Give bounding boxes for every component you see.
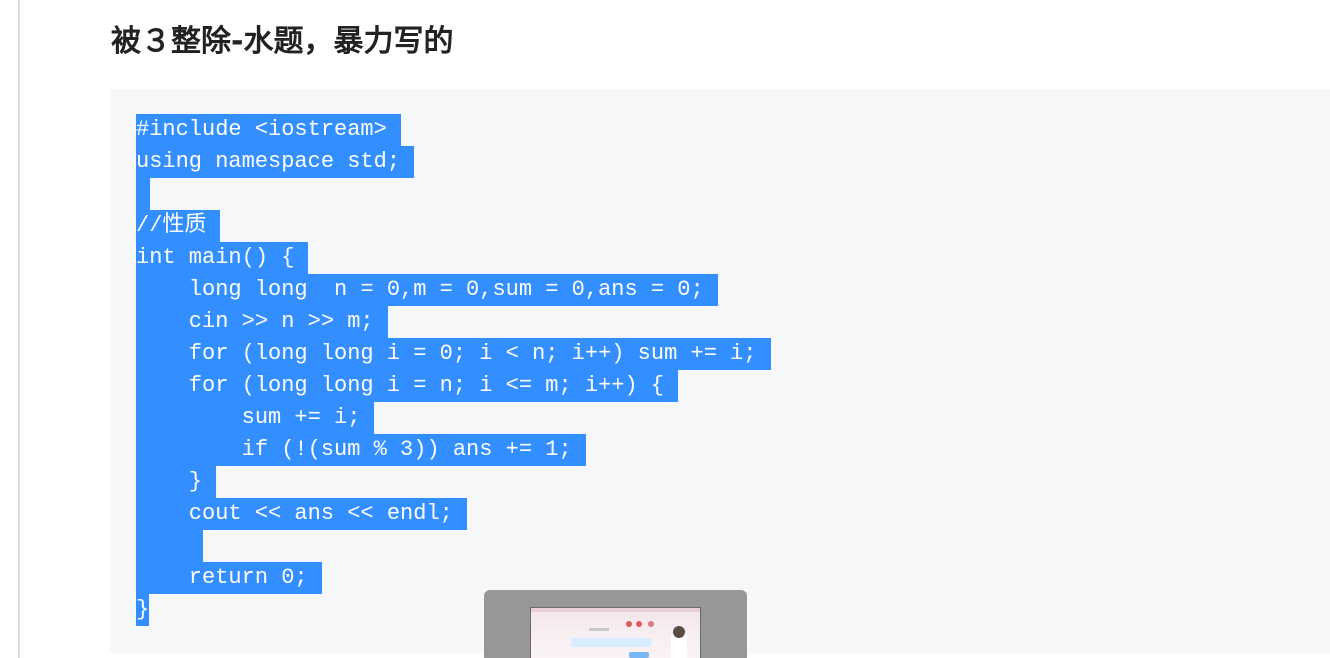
thumbnail-chat-bubble	[571, 638, 651, 647]
code-lines[interactable]: #include <iostream> using namespace std;…	[136, 114, 771, 626]
code-line: }	[136, 466, 771, 498]
code-block[interactable]: #include <iostream> using namespace std;…	[110, 89, 1330, 653]
code-line: sum += i;	[136, 402, 771, 434]
thumbnail-button	[629, 652, 649, 658]
phone-icon	[626, 621, 632, 627]
code-line-text: if (!(sum % 3)) ans += 1;	[136, 434, 586, 466]
code-line: if (!(sum % 3)) ans += 1;	[136, 434, 771, 466]
code-line-text: #include <iostream>	[136, 114, 401, 146]
article-heading: 被３整除-水题，暴力写的	[111, 24, 454, 59]
code-line-text: int main() {	[136, 242, 309, 274]
left-border-rule	[18, 0, 20, 658]
window-thumbnail-popup[interactable]	[484, 590, 747, 658]
thumbnail-figure-head	[673, 626, 685, 638]
code-line-text: cin >> n >> m;	[136, 306, 388, 338]
code-line: using namespace std;	[136, 146, 771, 178]
code-line-text: sum += i;	[136, 402, 375, 434]
thumbnail-caption	[589, 628, 609, 631]
code-line-text: using namespace std;	[136, 146, 415, 178]
code-line-text: }	[136, 466, 217, 498]
code-line-text: long long n = 0,m = 0,sum = 0,ans = 0;	[136, 274, 718, 306]
thumbnail-titlebar	[531, 608, 700, 612]
code-line: cin >> n >> m;	[136, 306, 771, 338]
code-line-text: cout << ans << endl;	[136, 498, 467, 530]
code-line: int main() {	[136, 242, 771, 274]
code-line-text: }	[136, 594, 150, 626]
code-line: for (long long i = n; i <= m; i++) {	[136, 370, 771, 402]
code-line	[136, 530, 771, 562]
video-icon	[636, 621, 642, 627]
code-line: long long n = 0,m = 0,sum = 0,ans = 0;	[136, 274, 771, 306]
code-line-text: return 0;	[136, 562, 322, 594]
code-line-text: for (long long i = 0; i < n; i++) sum +=…	[136, 338, 771, 370]
code-line: #include <iostream>	[136, 114, 771, 146]
code-line: //性质	[136, 210, 771, 242]
code-line-text: for (long long i = n; i <= m; i++) {	[136, 370, 679, 402]
window-thumbnail-preview[interactable]	[530, 607, 701, 658]
code-line: for (long long i = 0; i < n; i++) sum +=…	[136, 338, 771, 370]
code-line-text	[136, 178, 150, 210]
more-icon	[648, 621, 654, 627]
code-line	[136, 178, 771, 210]
code-line-text	[136, 530, 203, 562]
code-line: cout << ans << endl;	[136, 498, 771, 530]
code-line-text: //性质	[136, 210, 221, 242]
